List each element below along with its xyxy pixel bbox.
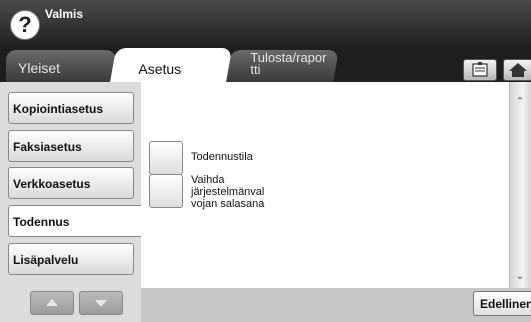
- help-button[interactable]: ?: [10, 10, 40, 40]
- todennustila-button[interactable]: [149, 141, 183, 175]
- vaihda-salasana-label: Vaihda järjestelmänval vojan salasana: [191, 174, 265, 210]
- content-scrollbar[interactable]: ⌃ ⌄: [509, 82, 531, 288]
- chevron-down-icon[interactable]: ⌄: [512, 268, 528, 284]
- sidebar-item-lisapalvelu[interactable]: Lisäpalvelu: [8, 243, 134, 275]
- sidebar-item-todennus[interactable]: Todennus: [8, 205, 141, 237]
- chevron-up-icon[interactable]: ⌃: [512, 94, 528, 110]
- home-icon: [509, 63, 527, 77]
- question-icon: ?: [18, 12, 32, 37]
- sidebar-item-kopiointiasetus[interactable]: Kopiointiasetus: [8, 92, 134, 124]
- edellinen-button[interactable]: Edellinen: [473, 291, 531, 316]
- sidebar-item-verkkoasetus[interactable]: Verkkoasetus: [8, 167, 134, 199]
- document-button[interactable]: [463, 59, 497, 81]
- todennustila-label: Todennustila: [191, 151, 253, 163]
- sidebar-scroll-down-button[interactable]: [79, 291, 123, 315]
- home-button[interactable]: [503, 59, 531, 81]
- vaihda-salasana-button[interactable]: [149, 174, 183, 208]
- tab-tulosta-raportti[interactable]: Tulosta/rapor tti: [225, 50, 339, 82]
- status-text: Valmis: [45, 7, 84, 21]
- document-icon: [472, 62, 488, 77]
- tab-asetus[interactable]: Asetus: [109, 48, 233, 83]
- triangle-up-icon: [46, 299, 58, 306]
- tab-yleiset[interactable]: Yleiset: [6, 50, 116, 82]
- sidebar-item-faksiasetus[interactable]: Faksiasetus: [8, 130, 134, 162]
- sidebar-scroll-up-button[interactable]: [30, 291, 74, 315]
- triangle-down-icon: [95, 300, 107, 307]
